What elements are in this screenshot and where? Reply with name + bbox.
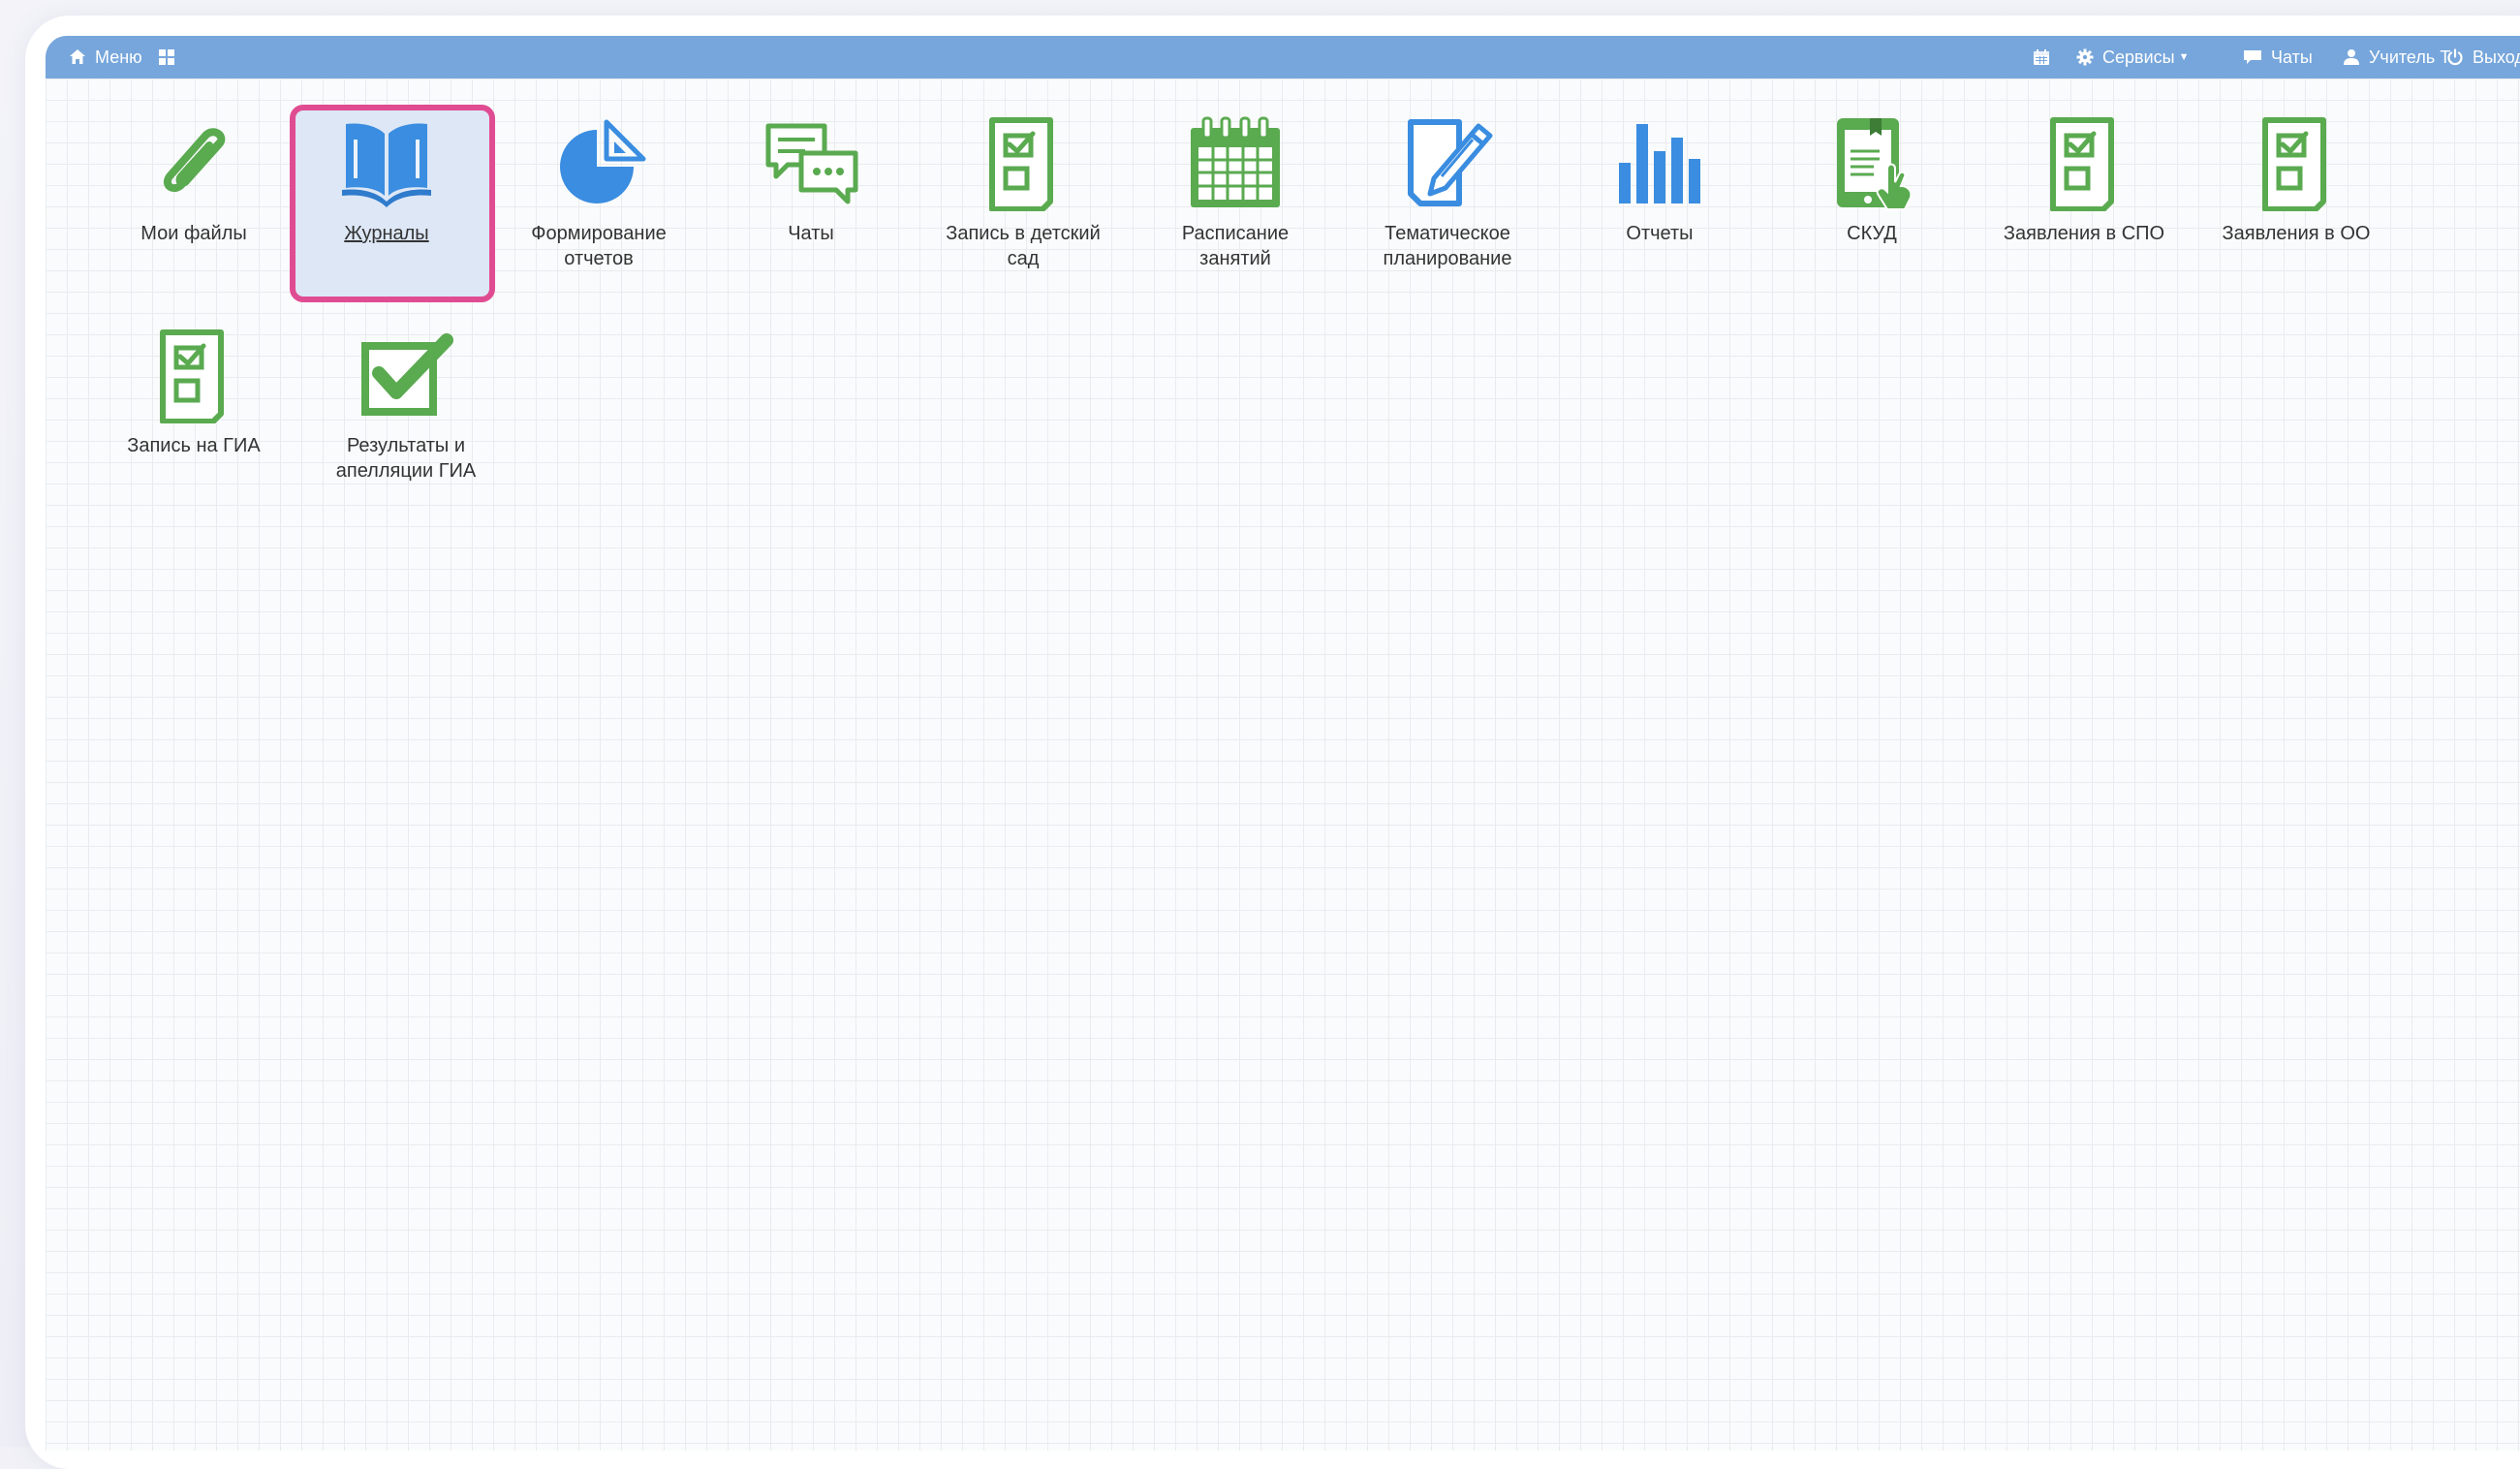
window-frame: Меню Сервисы ▼ Чаты Учитель Т. Выход Мои… <box>25 16 2520 1469</box>
tile-label: Журналы <box>344 223 429 244</box>
home-icon <box>70 49 85 64</box>
tile-label: Запись на ГИА <box>127 435 261 456</box>
exit-label: Выход <box>2473 47 2520 67</box>
open-book-icon <box>342 123 431 207</box>
power-icon <box>2447 48 2463 66</box>
chats-label: Чаты <box>2271 47 2313 67</box>
document-pen-icon <box>1408 119 1493 206</box>
tile-thematic-planning[interactable]: Тематическое планирование <box>1342 114 1553 271</box>
tile-label: СКУД <box>1847 223 1897 244</box>
tile-label: Мои файлы <box>140 223 247 244</box>
menu-button[interactable]: Меню <box>69 36 142 78</box>
calendar-small-icon <box>2034 49 2049 65</box>
tile-label: Отчеты <box>1626 223 1694 244</box>
checklist-document-icon <box>2050 117 2114 211</box>
caret-down-icon: ▼ <box>2178 51 2190 63</box>
user-menu[interactable]: Учитель Т. <box>2343 36 2453 78</box>
tile-gia-results-appeals[interactable]: Результаты и апелляции ГИА <box>300 327 512 484</box>
pie-chart-icon <box>560 119 646 203</box>
checklist-document-icon <box>989 117 1053 211</box>
menu-label: Меню <box>95 47 142 67</box>
tile-access-control[interactable]: СКУД <box>1766 114 1977 246</box>
tile-label: Расписание занятий <box>1181 223 1290 269</box>
chat-bubbles-icon <box>765 123 858 204</box>
tile-label: Тематическое планирование <box>1383 223 1512 269</box>
tile-reports[interactable]: Отчеты <box>1554 114 1765 246</box>
services-dropdown[interactable]: Сервисы ▼ <box>2076 36 2189 78</box>
tile-journals[interactable]: Журналы <box>281 114 492 246</box>
tile-oo-applications[interactable]: Заявления в ОО <box>2191 114 2402 246</box>
tile-label: Заявления в СПО <box>2003 223 2165 244</box>
page: Меню Сервисы ▼ Чаты Учитель Т. Выход Мои… <box>0 0 2520 1469</box>
paperclip-icon <box>163 128 226 193</box>
checklist-document-icon <box>160 329 224 423</box>
tile-class-schedule[interactable]: Расписание занятий <box>1130 114 1341 271</box>
access-card-icon <box>1837 118 1913 210</box>
chat-icon <box>2244 50 2261 64</box>
user-icon <box>2344 49 2359 65</box>
app-desktop: Меню Сервисы ▼ Чаты Учитель Т. Выход Мои… <box>46 36 2520 1451</box>
services-label: Сервисы <box>2102 47 2175 67</box>
tile-kindergarten-enrollment[interactable]: Запись в детский сад <box>918 114 1129 271</box>
tile-gia-enrollment[interactable]: Запись на ГИА <box>88 327 299 458</box>
tile-label: Запись в детский сад <box>946 223 1101 269</box>
tile-label: Результаты и апелляции ГИА <box>335 435 477 482</box>
bar-chart-icon <box>1619 124 1700 203</box>
tile-spo-applications[interactable]: Заявления в СПО <box>1978 114 2190 246</box>
user-label: Учитель Т. <box>2369 47 2454 67</box>
tile-label: Заявления в ОО <box>2222 223 2371 244</box>
tile-chats[interactable]: Чаты <box>705 114 917 246</box>
tile-report-generation[interactable]: Формирование отчетов <box>493 114 704 271</box>
apps-grid-button[interactable] <box>158 36 175 78</box>
gear-icon <box>2076 48 2094 66</box>
tile-label: Чаты <box>788 223 834 244</box>
tile-label: Формирование отчетов <box>531 223 667 269</box>
grid-icon <box>159 49 174 65</box>
chats-nav-link[interactable]: Чаты <box>2243 36 2313 78</box>
checklist-document-icon <box>2262 117 2326 211</box>
top-navbar: Меню Сервисы ▼ Чаты Учитель Т. Выход <box>46 36 2520 78</box>
exit-button[interactable]: Выход <box>2446 36 2520 78</box>
checkmark-box-icon <box>361 333 453 416</box>
calendar-icon <box>1191 116 1280 207</box>
calendar-button[interactable] <box>2033 36 2050 78</box>
tile-my-files[interactable]: Мои файлы <box>88 114 299 246</box>
